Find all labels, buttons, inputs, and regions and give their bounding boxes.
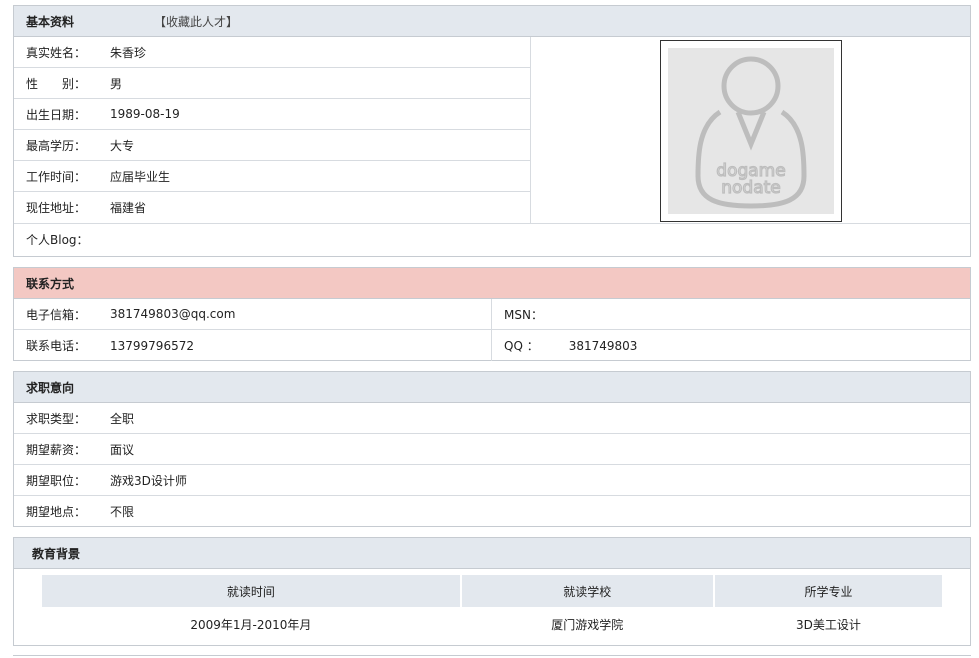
avatar-watermark-line2: nodate [721,178,781,198]
education-header: 教育背景 [14,538,970,569]
study-time-cell: 2009年1月-2010年月 [190,618,312,632]
field-label: 求职类型： [26,411,87,426]
field-label: 期望地点： [26,505,87,519]
work-time-row: 工作时间： 应届毕业生 [14,161,530,192]
msn-label: MSN： [504,307,543,322]
education-section: 教育背景 就读时间 就读学校 所学专业 2009年1月-2010年月 厦门游戏学… [13,537,971,646]
field-value: 福建省 [110,201,147,215]
field-value: 全职 [110,411,135,426]
table-row: 2009年1月-2010年月 厦门游戏学院 3D美工设计 [42,607,942,642]
field-label: 期望薪资： [26,442,87,457]
email-label: 电子信箱： [26,307,87,322]
field-value: 1989-08-19 [110,107,180,121]
photo-area: dogame nodate [531,37,970,223]
col-school: 就读学校 [461,575,713,607]
qq-label: QQ ： [504,339,539,353]
contact-section: 联系方式 电子信箱： 381749803@qq.com MSN： 联系电话： 1… [13,267,971,361]
basic-info-fields: 真实姓名： 朱香珍 性 别： 男 出生日期： 1989-08-19 最高学历： … [14,37,531,223]
favorite-talent-link[interactable]: 【收藏此人才】 [154,13,238,30]
field-label: 性 别： [26,76,87,91]
education-level-row: 最高学历： 大专 [14,130,530,161]
field-value: 大专 [110,138,135,153]
education-title: 教育背景 [32,546,81,561]
phone-value: 13799796572 [110,338,194,353]
contact-title: 联系方式 [26,276,75,291]
msn-cell: MSN： [492,299,970,330]
basic-info-title: 基本资料 [26,14,75,29]
name-row: 真实姓名： 朱香珍 [14,37,530,68]
field-value: 面议 [110,442,135,457]
basic-info-section: 基本资料 【收藏此人才】 真实姓名： 朱香珍 性 别： 男 出生日期： 1989… [13,5,971,257]
job-intent-header: 求职意向 [14,372,970,403]
address-row: 现住地址： 福建省 [14,192,530,223]
col-study-time: 就读时间 [42,575,460,607]
job-type-row: 求职类型： 全职 [14,403,970,434]
blog-label: 个人Blog： [26,232,89,247]
field-value: 游戏3D设计师 [110,473,187,488]
expected-salary-row: 期望薪资： 面议 [14,434,970,465]
field-value: 不限 [110,505,135,519]
field-value: 朱香珍 [110,45,147,60]
qq-value: 381749803 [568,338,638,353]
avatar: dogame nodate [659,40,842,222]
field-label: 出生日期： [26,107,87,122]
education-header-row: 就读时间 就读学校 所学专业 [42,575,942,607]
job-intent-title: 求职意向 [26,380,75,395]
qq-cell: QQ ： 381749803 [492,330,970,361]
phone-cell: 联系电话： 13799796572 [14,330,492,361]
field-value: 应届毕业生 [110,169,171,184]
field-label: 期望职位： [26,473,87,488]
school-cell: 厦门游戏学院 [551,618,624,632]
field-label: 最高学历： [26,138,87,153]
contact-grid: 电子信箱： 381749803@qq.com MSN： 联系电话： 137997… [14,299,970,361]
major-cell: 3D美工设计 [796,618,861,632]
gender-row: 性 别： 男 [14,68,530,99]
expected-location-row: 期望地点： 不限 [14,496,970,527]
email-value[interactable]: 381749803@qq.com [110,307,235,321]
blog-row: 个人Blog： [14,223,970,254]
contact-header: 联系方式 [14,268,970,299]
basic-info-header: 基本资料 【收藏此人才】 [14,6,970,37]
birthdate-row: 出生日期： 1989-08-19 [14,99,530,130]
basic-info-grid: 真实姓名： 朱香珍 性 别： 男 出生日期： 1989-08-19 最高学历： … [14,37,970,223]
expected-position-row: 期望职位： 游戏3D设计师 [14,465,970,496]
field-value: 男 [110,76,123,91]
email-cell: 电子信箱： 381749803@qq.com [14,299,492,330]
field-label: 真实姓名： [26,45,87,60]
field-label: 工作时间： [26,169,87,184]
col-major: 所学专业 [714,575,942,607]
education-table: 就读时间 就读学校 所学专业 2009年1月-2010年月 厦门游戏学院 3D美… [40,575,944,642]
phone-label: 联系电话： [26,339,87,353]
default-avatar-icon: dogame nodate [667,48,834,214]
field-label: 现住地址： [26,201,87,215]
job-intent-section: 求职意向 求职类型： 全职 期望薪资： 面议 期望职位： 游戏3D设计师 期望地… [13,371,971,527]
